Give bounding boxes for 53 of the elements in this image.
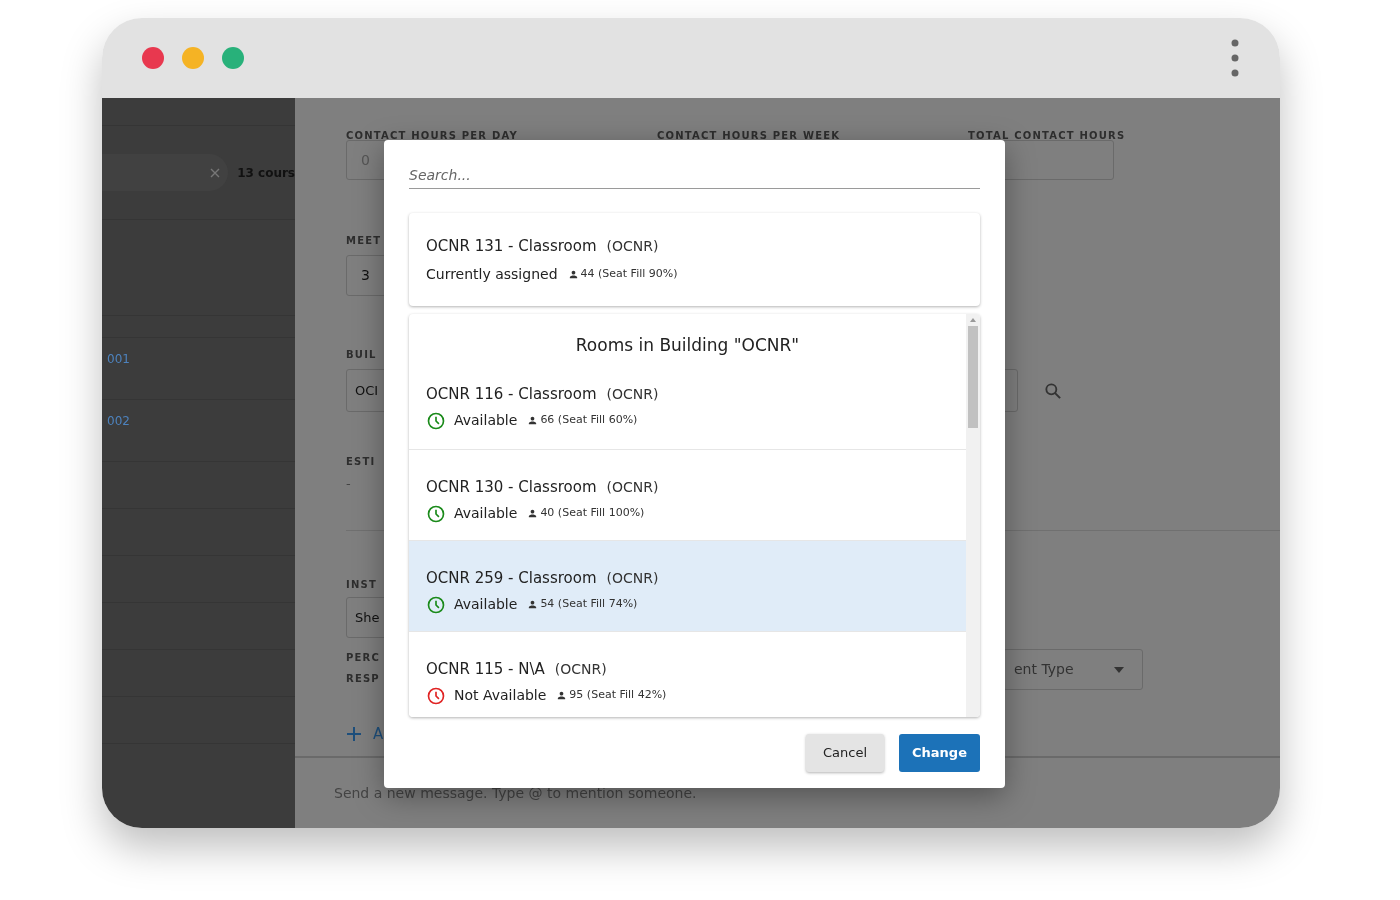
building-code: (OCNR) <box>606 237 659 256</box>
field-label: CONTACT HOURS PER DAY <box>346 130 518 141</box>
estimate-value: - <box>346 476 351 492</box>
field-label: RESP <box>346 672 381 686</box>
person-icon <box>556 690 568 701</box>
search-field[interactable]: Search... <box>409 162 980 189</box>
capacity-text: 40 (Seat Fill 100%) <box>540 505 645 522</box>
capacity-text: 54 (Seat Fill 74%) <box>540 596 638 613</box>
search-icon[interactable] <box>1043 380 1063 401</box>
room-option[interactable]: OCNR 130 - Classroom (OCNR) Available 40 (Seat Fill 100%) <box>409 448 966 540</box>
close-window-button[interactable] <box>142 47 164 69</box>
field-label: BUIL <box>346 349 377 360</box>
field-label: CONTACT HOURS PER WEEK <box>657 130 841 141</box>
room-status: Available <box>454 504 518 523</box>
building-code: (OCNR) <box>606 477 659 497</box>
field-label: MEET <box>346 235 382 246</box>
room-status: Available <box>454 595 518 614</box>
building-code: (OCNR) <box>554 659 607 679</box>
building-code: (OCNR) <box>606 568 659 588</box>
maximize-window-button[interactable] <box>222 47 244 69</box>
room-name: OCNR 259 - Classroom <box>426 567 597 589</box>
room-status: Not Available <box>454 686 547 705</box>
person-icon <box>527 415 539 426</box>
scroll-up-icon[interactable] <box>970 318 976 322</box>
scrollbar[interactable] <box>966 314 980 717</box>
capacity-text: 44 (Seat Fill 90%) <box>580 265 678 282</box>
room-name: OCNR 131 - Classroom <box>426 236 597 257</box>
plus-icon[interactable] <box>346 726 362 743</box>
room-option[interactable]: OCNR 259 - Classroom (OCNR) Available 54 (Seat Fill 74%) <box>409 539 966 631</box>
room-name: OCNR 130 - Classroom <box>426 476 597 498</box>
field-label: PERC <box>346 651 381 665</box>
section-title: Rooms in Building "OCNR" <box>575 334 800 357</box>
person-icon <box>527 508 539 519</box>
close-icon[interactable] <box>210 167 221 178</box>
capacity-text: 66 (Seat Fill 60%) <box>540 412 638 429</box>
person-icon <box>527 599 539 610</box>
change-button[interactable]: Change <box>899 734 980 772</box>
caret-icon <box>1114 666 1124 673</box>
cancel-button[interactable]: Cancel <box>806 734 884 772</box>
room-name: OCNR 115 - N\A <box>426 658 545 680</box>
room-name: OCNR 116 - Classroom <box>426 383 597 405</box>
person-icon <box>567 268 579 280</box>
room-option[interactable]: OCNR 115 - N\A (OCNR) Not Available 95 (Seat Fill 42%) <box>409 630 966 717</box>
minimize-window-button[interactable] <box>182 47 204 69</box>
field-label: ESTI <box>346 456 376 467</box>
capacity-text: 95 (Seat Fill 42%) <box>569 687 667 704</box>
room-status: Available <box>454 411 518 430</box>
building-code: (OCNR) <box>606 384 659 404</box>
scrollbar-thumb[interactable] <box>968 326 978 428</box>
field-label: TOTAL CONTACT HOURS <box>968 130 1126 141</box>
room-status: Currently assigned <box>426 264 558 284</box>
field-label: INST <box>346 579 377 590</box>
more-options-icon[interactable] <box>1231 39 1239 77</box>
